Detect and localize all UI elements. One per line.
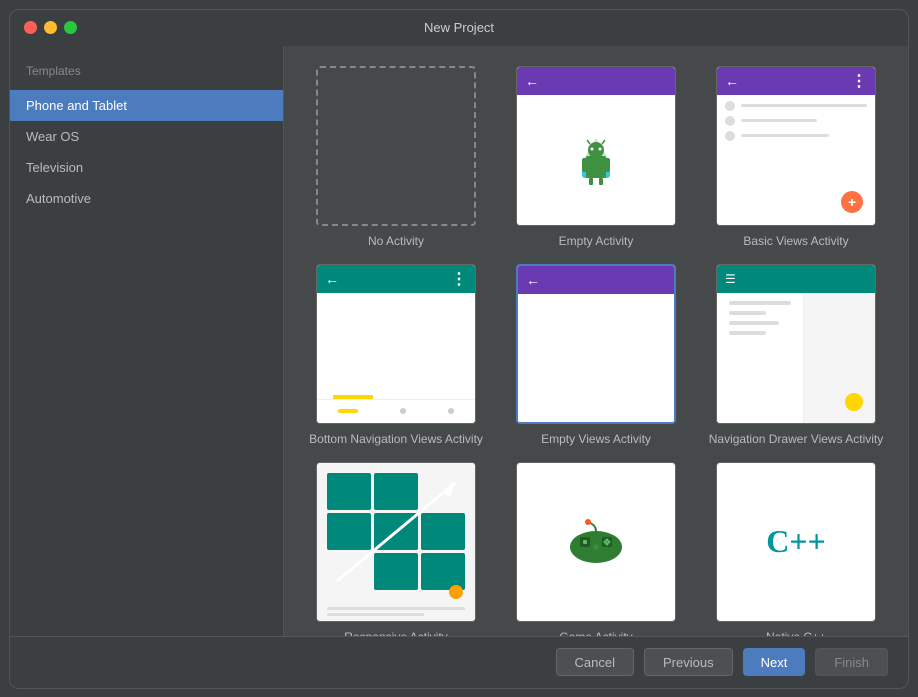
nav-drawer-header: ☰: [717, 265, 875, 293]
empty-activity-label: Empty Activity: [559, 234, 634, 248]
cpp-preview: C++: [716, 462, 876, 622]
next-button[interactable]: Next: [743, 648, 806, 676]
previous-button[interactable]: Previous: [644, 648, 733, 676]
template-chart[interactable]: Responsive Activity: [304, 462, 488, 636]
template-empty-activity[interactable]: ←: [504, 66, 688, 248]
cpp-icon: C++: [766, 523, 826, 560]
footer: Cancel Previous Next Finish: [10, 636, 908, 688]
android-logo-icon: [568, 132, 624, 188]
sidebar-item-wear-os[interactable]: Wear OS: [10, 121, 283, 152]
template-no-activity[interactable]: No Activity: [304, 66, 488, 248]
traffic-lights: [24, 21, 77, 34]
main-window: New Project Templates Phone and Tablet W…: [9, 9, 909, 689]
no-activity-preview: [316, 66, 476, 226]
empty-views-header: ←: [518, 266, 674, 294]
sidebar-item-phone-tablet[interactable]: Phone and Tablet: [10, 90, 283, 121]
templates-panel: No Activity ←: [284, 46, 908, 636]
game-preview: [516, 462, 676, 622]
nav-drawer-preview: ☰: [716, 264, 876, 424]
basic-views-label: Basic Views Activity: [743, 234, 848, 248]
maximize-button[interactable]: [64, 21, 77, 34]
sidebar-item-automotive[interactable]: Automotive: [10, 183, 283, 214]
basic-views-header: ← ⋮: [717, 67, 875, 95]
cancel-button[interactable]: Cancel: [556, 648, 634, 676]
template-bottom-nav[interactable]: ← ⋮: [304, 264, 488, 446]
bottom-nav-header: ← ⋮: [317, 265, 475, 293]
sidebar-header: Templates: [10, 56, 283, 90]
template-empty-views[interactable]: ← Empty Views Activity: [504, 264, 688, 446]
empty-activity-preview: ←: [516, 66, 676, 226]
finish-button[interactable]: Finish: [815, 648, 888, 676]
template-game[interactable]: Game Activity: [504, 462, 688, 636]
empty-activity-header: ←: [517, 67, 675, 95]
templates-grid: No Activity ←: [284, 46, 908, 636]
close-button[interactable]: [24, 21, 37, 34]
chart-preview: [316, 462, 476, 622]
template-cpp[interactable]: C++ Native C++: [704, 462, 888, 636]
basic-views-preview: ← ⋮ +: [716, 66, 876, 226]
window-title: New Project: [424, 20, 494, 35]
title-bar: New Project: [10, 10, 908, 46]
sidebar-item-television[interactable]: Television: [10, 152, 283, 183]
content-area: Templates Phone and Tablet Wear OS Telev…: [10, 46, 908, 636]
empty-views-label: Empty Views Activity: [541, 432, 651, 446]
empty-views-preview: ←: [516, 264, 676, 424]
sidebar: Templates Phone and Tablet Wear OS Telev…: [10, 46, 284, 636]
minimize-button[interactable]: [44, 21, 57, 34]
no-activity-label: No Activity: [368, 234, 424, 248]
template-nav-drawer[interactable]: ☰: [704, 264, 888, 446]
nav-drawer-label: Navigation Drawer Views Activity: [709, 432, 884, 446]
game-icon: [566, 517, 626, 567]
bottom-nav-label: Bottom Navigation Views Activity: [309, 432, 483, 446]
bottom-nav-preview: ← ⋮: [316, 264, 476, 424]
template-basic-views[interactable]: ← ⋮ +: [704, 66, 888, 248]
